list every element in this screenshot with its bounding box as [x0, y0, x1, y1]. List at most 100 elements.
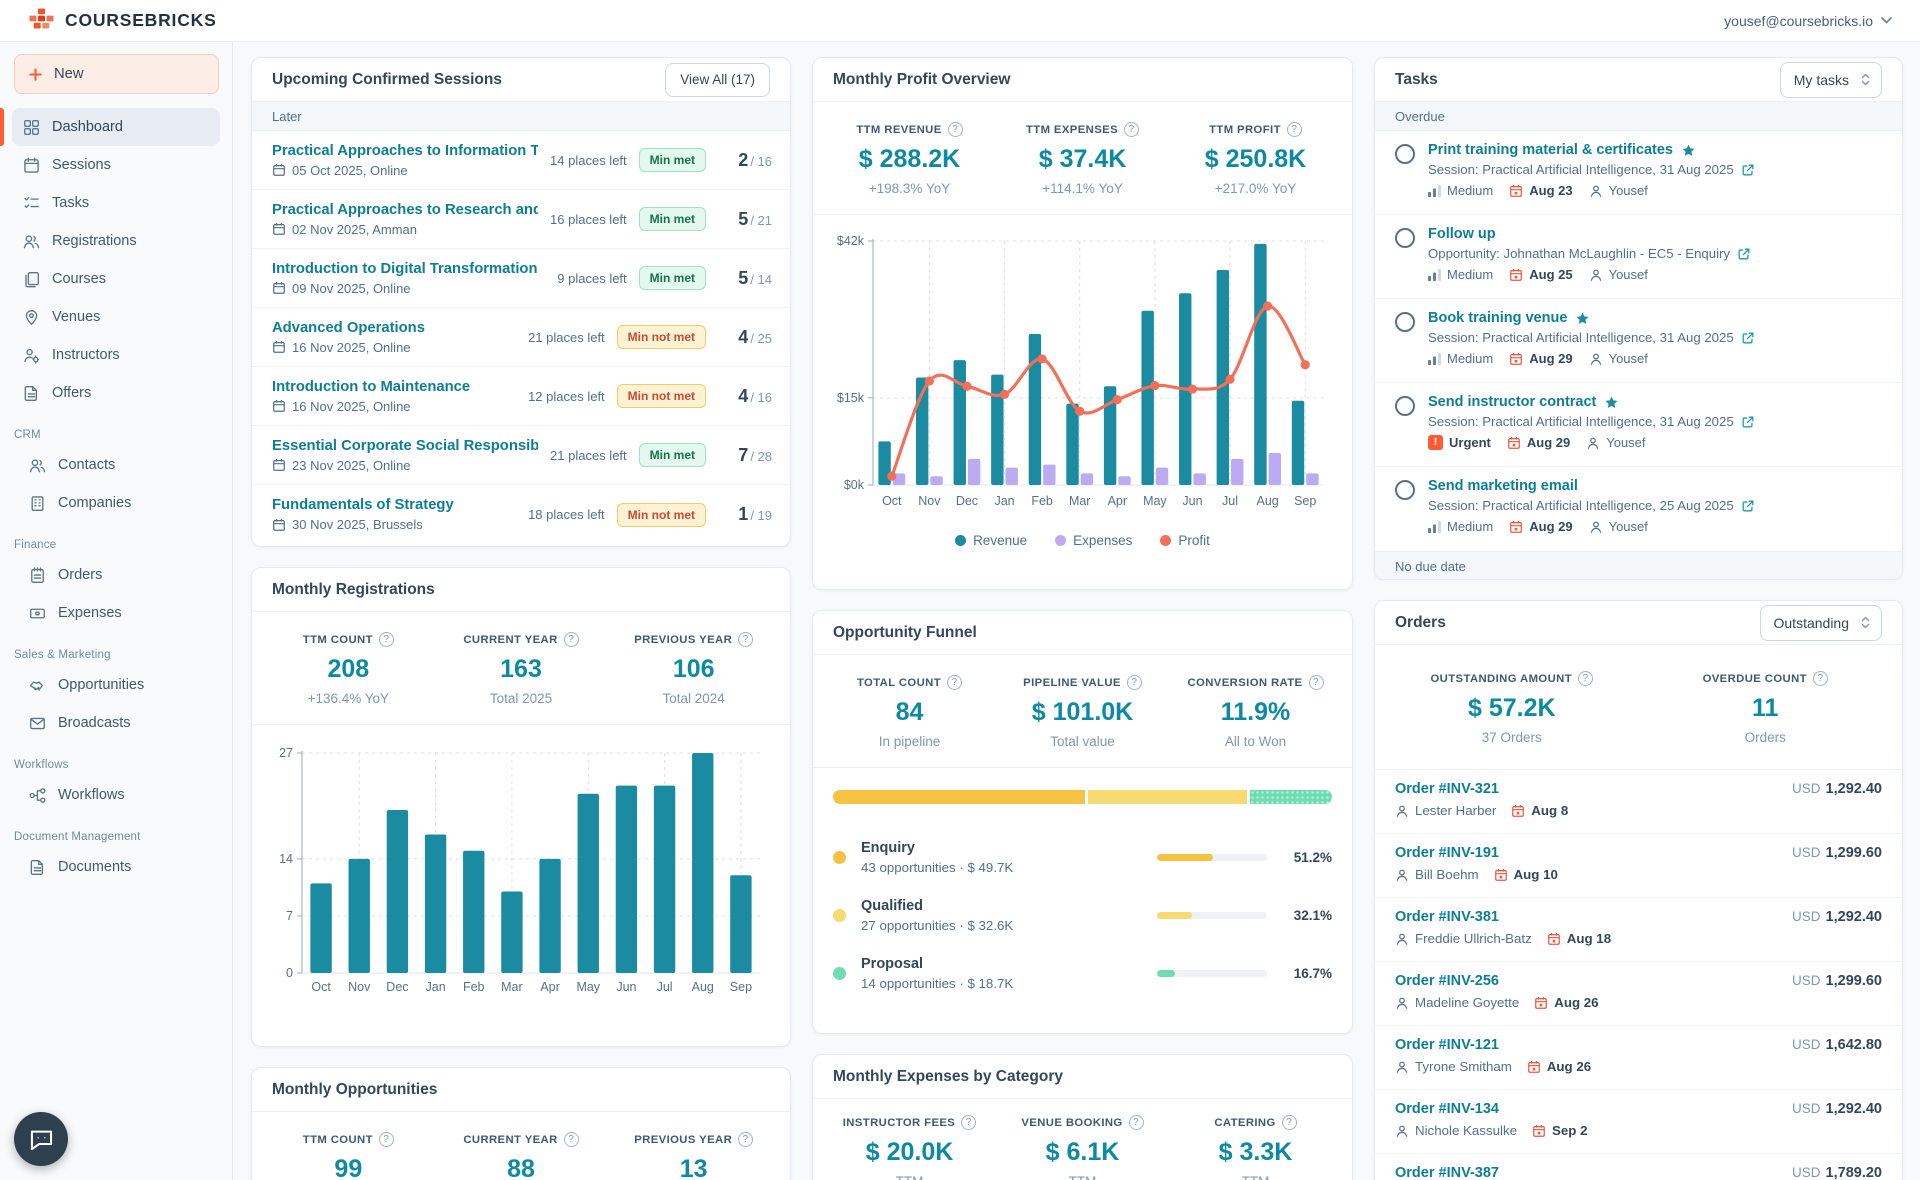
sidebar-item-tasks[interactable]: Tasks — [12, 184, 220, 222]
sidebar-item-orders[interactable]: Orders — [12, 556, 220, 594]
external-link-icon[interactable] — [1741, 499, 1755, 513]
session-date: 23 Nov 2025, Online — [292, 458, 411, 473]
sidebar-item-courses[interactable]: Courses — [12, 260, 220, 298]
task-link[interactable]: Send instructor contract — [1428, 394, 1596, 410]
places-left: 9 places left — [557, 271, 626, 286]
star-icon[interactable] — [1681, 143, 1696, 158]
external-link-icon[interactable] — [1741, 163, 1755, 177]
calendar-overdue-icon — [1534, 996, 1548, 1010]
order-link[interactable]: Order #INV-191 — [1395, 845, 1499, 861]
session-link[interactable]: Introduction to Digital Transformation — [272, 261, 545, 277]
sidebar-item-documents[interactable]: Documents — [12, 848, 220, 886]
stage-progress-bar — [1157, 912, 1267, 919]
help-icon[interactable]: ? — [738, 632, 753, 647]
new-button[interactable]: New — [14, 54, 219, 94]
session-row[interactable]: Introduction to Maintenance 16 Nov 2025,… — [252, 367, 790, 426]
external-link-icon[interactable] — [1741, 415, 1755, 429]
funnel-stage-row: Qualified27 opportunities · $ 32.6K 32.1… — [813, 886, 1352, 944]
external-link-icon[interactable] — [1737, 247, 1751, 261]
account-menu[interactable]: yousef@coursebricks.io — [1724, 13, 1892, 29]
task-link[interactable]: Send marketing email — [1428, 478, 1578, 494]
sidebar-item-broadcasts[interactable]: Broadcasts — [12, 704, 220, 742]
task-checkbox[interactable] — [1395, 396, 1415, 416]
svg-text:Jun: Jun — [1182, 494, 1202, 508]
task-priority: Medium — [1428, 351, 1493, 366]
order-link[interactable]: Order #INV-321 — [1395, 781, 1499, 797]
sidebar-item-contacts[interactable]: Contacts — [12, 446, 220, 484]
sidebar-item-instructors[interactable]: Instructors — [12, 336, 220, 374]
help-icon[interactable]: ? — [1124, 122, 1139, 137]
help-icon[interactable]: ? — [1282, 1115, 1297, 1130]
session-link[interactable]: Practical Approaches to Information T... — [272, 143, 538, 159]
help-icon[interactable]: ? — [1578, 671, 1593, 686]
task-link[interactable]: Print training material & certificates — [1428, 142, 1673, 158]
calendar-icon — [272, 518, 286, 532]
order-link[interactable]: Order #INV-387 — [1395, 1165, 1499, 1180]
task-row: Send marketing email Session: Practical … — [1375, 467, 1902, 551]
sidebar-item-companies[interactable]: Companies — [12, 484, 220, 522]
help-icon[interactable]: ? — [1129, 1115, 1144, 1130]
help-icon[interactable]: ? — [1287, 122, 1302, 137]
stat-instructor-fees: INSTRUCTOR FEES? $ 20.0K TTM — [823, 1115, 996, 1180]
session-row[interactable]: Practical Approaches to Research and ...… — [252, 190, 790, 249]
help-icon[interactable]: ? — [1127, 675, 1142, 690]
help-icon[interactable]: ? — [1813, 671, 1828, 686]
task-association: Session: Practical Artificial Intelligen… — [1428, 414, 1734, 429]
help-icon[interactable]: ? — [1309, 675, 1324, 690]
sidebar-section-document-management: Document Management Documents — [0, 831, 232, 886]
calendar-icon — [272, 458, 286, 472]
order-link[interactable]: Order #INV-134 — [1395, 1101, 1499, 1117]
sidebar-section-finance: Finance Orders Expenses — [0, 539, 232, 632]
session-date: 30 Nov 2025, Brussels — [292, 517, 423, 532]
sidebar-item-dashboard[interactable]: Dashboard — [12, 108, 220, 146]
registration-count: 5/ 21 — [718, 209, 772, 230]
help-icon[interactable]: ? — [379, 1132, 394, 1147]
sidebar-item-registrations[interactable]: Registrations — [12, 222, 220, 260]
monthly-profit-card: Monthly Profit Overview TTM REVENUE? $ 2… — [812, 57, 1353, 590]
external-link-icon[interactable] — [1741, 331, 1755, 345]
session-row[interactable]: Essential Corporate Social Responsibili.… — [252, 426, 790, 485]
order-link[interactable]: Order #INV-381 — [1395, 909, 1499, 925]
session-row[interactable]: Fundamentals of Strategy 30 Nov 2025, Br… — [252, 485, 790, 544]
help-icon[interactable]: ? — [564, 1132, 579, 1147]
urgent-icon: ! — [1428, 435, 1443, 450]
task-checkbox[interactable] — [1395, 312, 1415, 332]
task-link[interactable]: Follow up — [1428, 226, 1496, 242]
help-icon[interactable]: ? — [738, 1132, 753, 1147]
sidebar-item-offers[interactable]: Offers — [12, 374, 220, 412]
session-date: 09 Nov 2025, Online — [292, 281, 411, 296]
session-link[interactable]: Essential Corporate Social Responsibili.… — [272, 438, 538, 454]
order-link[interactable]: Order #INV-121 — [1395, 1037, 1499, 1053]
task-link[interactable]: Book training venue — [1428, 310, 1567, 326]
star-icon[interactable] — [1604, 395, 1619, 410]
order-link[interactable]: Order #INV-256 — [1395, 973, 1499, 989]
task-checkbox[interactable] — [1395, 480, 1415, 500]
help-chat-button[interactable] — [14, 1112, 68, 1166]
sidebar-item-opportunities[interactable]: Opportunities — [12, 666, 220, 704]
star-icon[interactable] — [1575, 311, 1590, 326]
registration-count: 5/ 14 — [718, 268, 772, 289]
sidebar-item-workflows[interactable]: Workflows — [12, 776, 220, 814]
session-row[interactable]: Introduction to Digital Transformation 0… — [252, 249, 790, 308]
sidebar-item-expenses[interactable]: Expenses — [12, 594, 220, 632]
task-checkbox[interactable] — [1395, 144, 1415, 164]
help-icon[interactable]: ? — [564, 632, 579, 647]
orders-filter-select[interactable]: Outstanding — [1760, 605, 1883, 641]
help-icon[interactable]: ? — [948, 122, 963, 137]
task-checkbox[interactable] — [1395, 228, 1415, 248]
task-due-date: Aug 25 — [1509, 267, 1572, 282]
session-link[interactable]: Practical Approaches to Research and ... — [272, 202, 538, 218]
brand-logo[interactable]: COURSEBRICKS — [28, 8, 217, 34]
help-icon[interactable]: ? — [379, 632, 394, 647]
session-row[interactable]: Practical Approaches to Information T...… — [252, 131, 790, 190]
help-icon[interactable]: ? — [961, 1115, 976, 1130]
sidebar-item-sessions[interactable]: Sessions — [12, 146, 220, 184]
session-link[interactable]: Introduction to Maintenance — [272, 379, 516, 395]
session-link[interactable]: Fundamentals of Strategy — [272, 497, 516, 513]
tasks-filter-select[interactable]: My tasks — [1780, 62, 1882, 98]
sidebar-item-venues[interactable]: Venues — [12, 298, 220, 336]
session-row[interactable]: Advanced Operations 16 Nov 2025, Online … — [252, 308, 790, 367]
session-link[interactable]: Advanced Operations — [272, 320, 516, 336]
help-icon[interactable]: ? — [947, 675, 962, 690]
view-all-button[interactable]: View All (17) — [665, 63, 770, 97]
